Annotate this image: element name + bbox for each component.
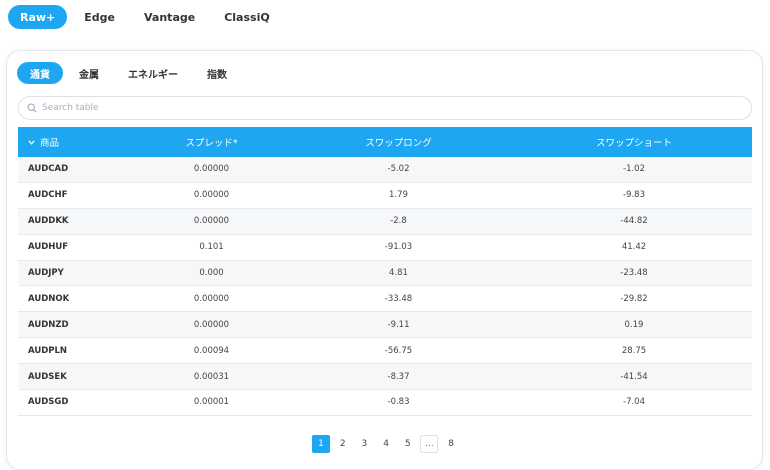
tab-metals[interactable]: 金属	[66, 62, 112, 84]
header-swap-short: スワップショート	[595, 138, 672, 149]
search-icon	[27, 103, 37, 113]
page-2-button[interactable]: 2	[334, 435, 352, 453]
tab-vantage[interactable]: Vantage	[132, 5, 207, 29]
tab-raw-plus[interactable]: Raw+	[8, 5, 68, 29]
header-spread: スプレッド*	[185, 138, 238, 149]
table-body: AUDCAD 0.00000 -5.02 -1.02 AUDCHF 0.00000 1.79…	[18, 157, 752, 416]
tab-edge[interactable]: Edge	[72, 5, 127, 29]
cell-spread: 0.00031	[193, 371, 230, 382]
search-input[interactable]	[42, 103, 722, 113]
cell-swap-short: 0.19	[624, 319, 644, 330]
cell-spread: 0.00000	[193, 216, 230, 227]
cell-swap-long: -91.03	[384, 242, 413, 253]
cell-swap-long: 4.81	[389, 268, 408, 278]
cell-spread: 0.00000	[193, 190, 230, 201]
header-product-label: 商品	[40, 138, 60, 149]
cell-swap-short: -41.54	[620, 371, 648, 382]
cell-swap-long: -5.02	[387, 164, 410, 175]
search-box	[18, 96, 752, 120]
table-row: AUDSEK 0.00031 -8.37 -41.54	[18, 364, 752, 391]
category-tabs: 通貨 金属 エネルギー 指数	[17, 62, 243, 84]
account-type-tabs: Raw+ Edge Vantage ClassiQ	[8, 5, 287, 29]
chevron-down-icon	[28, 139, 35, 145]
instrument-card: 通貨 金属 エネルギー 指数 商品 スプレッド* スワップロング スワップショー…	[6, 50, 763, 470]
cell-swap-long: -33.48	[384, 293, 413, 304]
cell-product: AUDSGD	[28, 397, 69, 408]
tab-currency[interactable]: 通貨	[17, 62, 63, 84]
cell-swap-short: -1.02	[623, 164, 645, 175]
cell-swap-long: -56.75	[384, 345, 413, 356]
cell-spread: 0.00001	[193, 397, 230, 408]
header-product[interactable]: 商品	[18, 135, 142, 149]
cell-swap-short: 41.42	[621, 242, 647, 253]
table-row: AUDNZD 0.00000 -9.11 0.19	[18, 312, 752, 339]
pagination: 1 2 3 4 5 ... 8	[312, 435, 464, 453]
cell-spread: 0.00000	[193, 319, 230, 330]
cell-swap-long: 1.79	[389, 190, 408, 201]
cell-product: AUDNOK	[28, 293, 70, 304]
table-header: 商品 スプレッド* スワップロング スワップショート	[18, 127, 752, 157]
cell-product: AUDCHF	[28, 190, 68, 201]
cell-swap-long: -8.37	[387, 371, 410, 382]
page-ellipsis: ...	[420, 435, 439, 453]
page-1-button[interactable]: 1	[312, 435, 330, 453]
table-row: AUDCHF 0.00000 1.79 -9.83	[18, 183, 752, 209]
cell-spread: 0.00094	[193, 345, 230, 356]
cell-swap-long: -2.8	[390, 216, 407, 227]
cell-swap-long: -0.83	[387, 397, 410, 408]
cell-product: AUDJPY	[28, 268, 64, 278]
cell-product: AUDNZD	[28, 319, 69, 330]
table-row: AUDHUF 0.101 -91.03 41.42	[18, 235, 752, 261]
header-swap-long: スワップロング	[365, 138, 432, 149]
cell-swap-short: -9.83	[623, 190, 645, 201]
tab-energy[interactable]: エネルギー	[115, 62, 191, 84]
table-row: AUDSGD 0.00001 -0.83 -7.04	[18, 390, 752, 416]
tab-indices[interactable]: 指数	[194, 62, 240, 84]
table-row: AUDJPY 0.000 4.81 -23.48	[18, 260, 752, 287]
cell-product: AUDDKK	[28, 216, 69, 227]
page-8-button[interactable]: 8	[442, 435, 460, 453]
cell-swap-short: -44.82	[620, 216, 648, 227]
page-3-button[interactable]: 3	[355, 435, 373, 453]
swap-table: 商品 スプレッド* スワップロング スワップショート AUDCAD 0.00000…	[18, 127, 752, 416]
table-row: AUDCAD 0.00000 -5.02 -1.02	[18, 157, 752, 183]
cell-swap-short: -23.48	[620, 268, 648, 278]
cell-product: AUDPLN	[28, 345, 68, 356]
cell-product: AUDSEK	[28, 371, 67, 382]
cell-swap-short: 28.75	[621, 345, 647, 356]
cell-spread: 0.101	[199, 242, 224, 253]
table-row: AUDPLN 0.00094 -56.75 28.75	[18, 338, 752, 365]
cell-swap-short: -7.04	[623, 397, 645, 408]
page-5-button[interactable]: 5	[399, 435, 417, 453]
cell-spread: 0.00000	[193, 164, 230, 175]
cell-swap-long: -9.11	[387, 319, 410, 330]
cell-swap-short: -29.82	[620, 293, 648, 304]
cell-spread: 0.00000	[193, 293, 230, 304]
cell-product: AUDCAD	[28, 164, 69, 175]
cell-spread: 0.000	[199, 268, 224, 278]
table-row: AUDNOK 0.00000 -33.48 -29.82	[18, 286, 752, 313]
table-row: AUDDKK 0.00000 -2.8 -44.82	[18, 208, 752, 235]
page-4-button[interactable]: 4	[377, 435, 395, 453]
tab-classiq[interactable]: ClassiQ	[212, 5, 281, 29]
cell-product: AUDHUF	[28, 242, 69, 253]
